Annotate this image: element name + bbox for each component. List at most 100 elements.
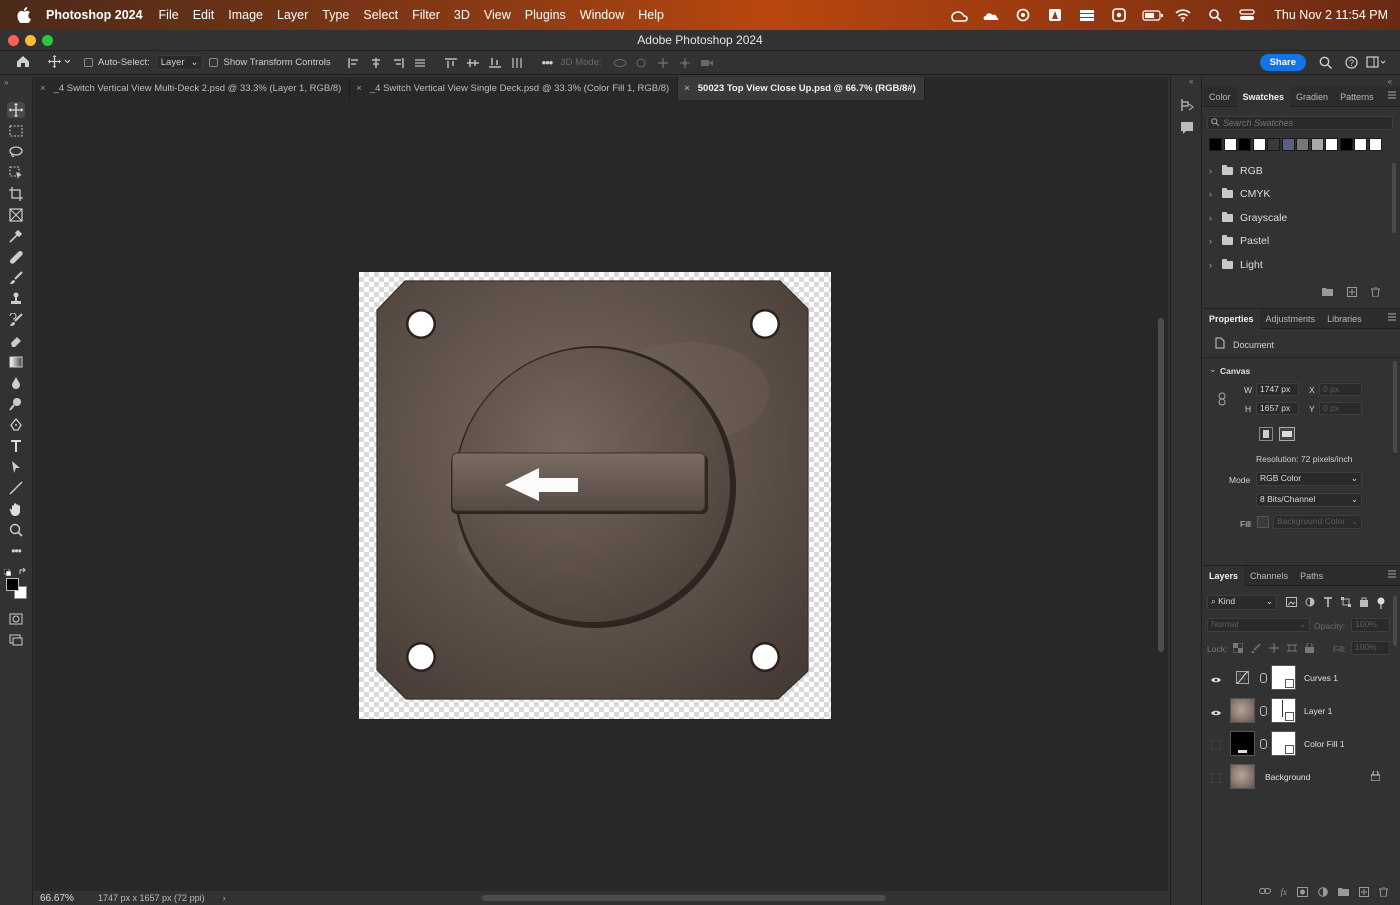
mask-link-icon[interactable] (1260, 705, 1267, 716)
new-layer-icon[interactable] (1359, 887, 1369, 901)
screen-mode-icon[interactable] (7, 632, 25, 648)
lock-transparent-icon[interactable] (1232, 642, 1244, 656)
bit-depth-dropdown[interactable]: 8 Bits/Channel ⌄ (1256, 493, 1362, 507)
align-right-icon[interactable] (392, 57, 404, 68)
properties-scrollbar[interactable] (1393, 361, 1397, 453)
distribute-icon[interactable] (414, 58, 426, 68)
help-icon[interactable]: ? (1345, 56, 1358, 72)
creative-cloud-icon[interactable] (950, 8, 969, 22)
fill-dropdown[interactable]: Background Color ⌄ (1273, 515, 1362, 529)
history-panel-icon[interactable] (1180, 98, 1194, 115)
3d-camera-icon[interactable] (700, 58, 713, 68)
color-swatch[interactable] (1354, 138, 1367, 151)
eye-icon[interactable] (1211, 708, 1221, 715)
lock-artboard-icon[interactable] (1287, 643, 1297, 656)
screen-icon[interactable] (1110, 8, 1128, 22)
width-field[interactable]: 1747 px (1256, 383, 1299, 396)
swatch-group-rgb[interactable]: › RGB (1203, 159, 1388, 183)
menu-layer[interactable]: Layer (277, 8, 308, 22)
x-field[interactable]: 0 px (1319, 383, 1362, 396)
hand-tool-icon[interactable] (7, 501, 25, 517)
tab-single-deck[interactable]: × _4 Switch Vertical View Single Deck.psd… (350, 77, 679, 100)
blur-tool-icon[interactable] (7, 375, 25, 391)
control-center-icon[interactable] (1238, 8, 1256, 22)
history-brush-tool-icon[interactable] (7, 312, 25, 328)
eyedropper-tool-icon[interactable] (7, 228, 25, 244)
minimize-window-button[interactable] (25, 35, 36, 46)
search-icon[interactable] (1319, 56, 1332, 72)
canvas-area[interactable] (34, 100, 1154, 891)
blend-mode-dropdown[interactable]: Normal ⌄ (1207, 618, 1310, 632)
battery-icon[interactable] (1142, 8, 1164, 22)
apple-menu-icon[interactable] (14, 5, 34, 25)
vertical-scrollbar[interactable] (1154, 100, 1168, 891)
lock-icon[interactable] (1370, 770, 1381, 783)
layer-name[interactable]: Color Fill 1 (1304, 739, 1345, 749)
close-tab-icon[interactable]: × (40, 83, 46, 94)
layer-name[interactable]: Layer 1 (1304, 706, 1332, 716)
lock-pixels-icon[interactable] (1250, 643, 1261, 656)
color-swatch[interactable] (1238, 138, 1251, 151)
stack-icon[interactable] (1078, 8, 1096, 22)
edit-toolbar-icon[interactable]: ••• (7, 543, 25, 559)
tab-swatches[interactable]: Swatches (1236, 86, 1291, 107)
eraser-tool-icon[interactable] (7, 333, 25, 349)
tab-patterns[interactable]: Patterns (1334, 87, 1380, 107)
healing-brush-tool-icon[interactable] (7, 249, 25, 265)
brush-tool-icon[interactable] (7, 270, 25, 286)
3d-orbit-icon[interactable] (613, 58, 627, 68)
new-group-icon[interactable] (1322, 287, 1333, 300)
lock-all-icon[interactable] (1305, 642, 1314, 656)
swatch-group-grayscale[interactable]: › Grayscale (1203, 206, 1388, 230)
default-colors-icon[interactable] (3, 567, 12, 577)
close-tab-icon[interactable]: × (684, 83, 690, 94)
align-center-h-icon[interactable] (370, 57, 382, 68)
color-swatch[interactable] (1325, 138, 1338, 151)
color-swatch[interactable] (1267, 138, 1280, 151)
layer-filter-dropdown[interactable]: ⌕ Kind ⌄ (1207, 595, 1277, 610)
eye-icon[interactable] (1211, 675, 1221, 682)
swatch-search-input[interactable] (1223, 118, 1383, 128)
layers-scrollbar[interactable] (1393, 596, 1397, 646)
gradient-tool-icon[interactable] (7, 354, 25, 370)
layer-name[interactable]: Curves 1 (1304, 673, 1338, 683)
fill-field[interactable]: 100% (1351, 641, 1390, 655)
tab-adjustments[interactable]: Adjustments (1260, 309, 1322, 329)
color-swatch[interactable] (1209, 138, 1222, 151)
menu-type[interactable]: Type (322, 8, 349, 22)
3d-roll-icon[interactable] (635, 58, 647, 68)
height-field[interactable]: 1657 px (1256, 402, 1299, 415)
layer-mask-thumbnail[interactable] (1271, 665, 1296, 690)
link-layers-icon[interactable] (1258, 887, 1271, 901)
align-bottom-icon[interactable] (488, 57, 501, 68)
close-tab-icon[interactable]: × (356, 83, 362, 94)
frame-tool-icon[interactable] (7, 207, 25, 223)
clone-stamp-tool-icon[interactable] (7, 291, 25, 307)
lasso-tool-icon[interactable] (7, 144, 25, 160)
tab-properties[interactable]: Properties (1203, 308, 1260, 329)
color-swatch[interactable] (1252, 138, 1266, 151)
show-transform-checkbox[interactable] (209, 58, 219, 67)
marquee-tool-icon[interactable] (7, 123, 25, 139)
tab-gradients[interactable]: Gradien (1290, 87, 1334, 107)
pixel-filter-icon[interactable] (1286, 597, 1297, 612)
layer-row-color-fill-1[interactable]: Color Fill 1 (1203, 727, 1388, 760)
layer-thumbnail[interactable] (1230, 698, 1255, 723)
lock-position-icon[interactable] (1269, 643, 1279, 656)
swatch-group-light[interactable]: › Light (1203, 253, 1388, 277)
collapse-right-icon[interactable]: « (1388, 77, 1392, 86)
swatch-group-pastel[interactable]: › Pastel (1203, 230, 1388, 254)
panel-menu-icon[interactable] (1388, 570, 1396, 578)
distribute-v-icon[interactable] (511, 57, 523, 68)
align-top-icon[interactable] (444, 57, 457, 68)
menu-file[interactable]: File (159, 8, 179, 22)
zoom-level[interactable]: 66.67% (40, 893, 98, 904)
mask-link-icon[interactable] (1260, 738, 1267, 749)
pen-tool-icon[interactable] (7, 417, 25, 433)
document-info[interactable]: 1747 px x 1657 px (72 ppi) (98, 893, 205, 903)
menu-image[interactable]: Image (228, 8, 263, 22)
color-swatch[interactable] (1281, 138, 1295, 151)
document-canvas[interactable] (359, 272, 831, 719)
type-tool-icon[interactable] (7, 438, 25, 454)
menu-window[interactable]: Window (580, 8, 624, 22)
